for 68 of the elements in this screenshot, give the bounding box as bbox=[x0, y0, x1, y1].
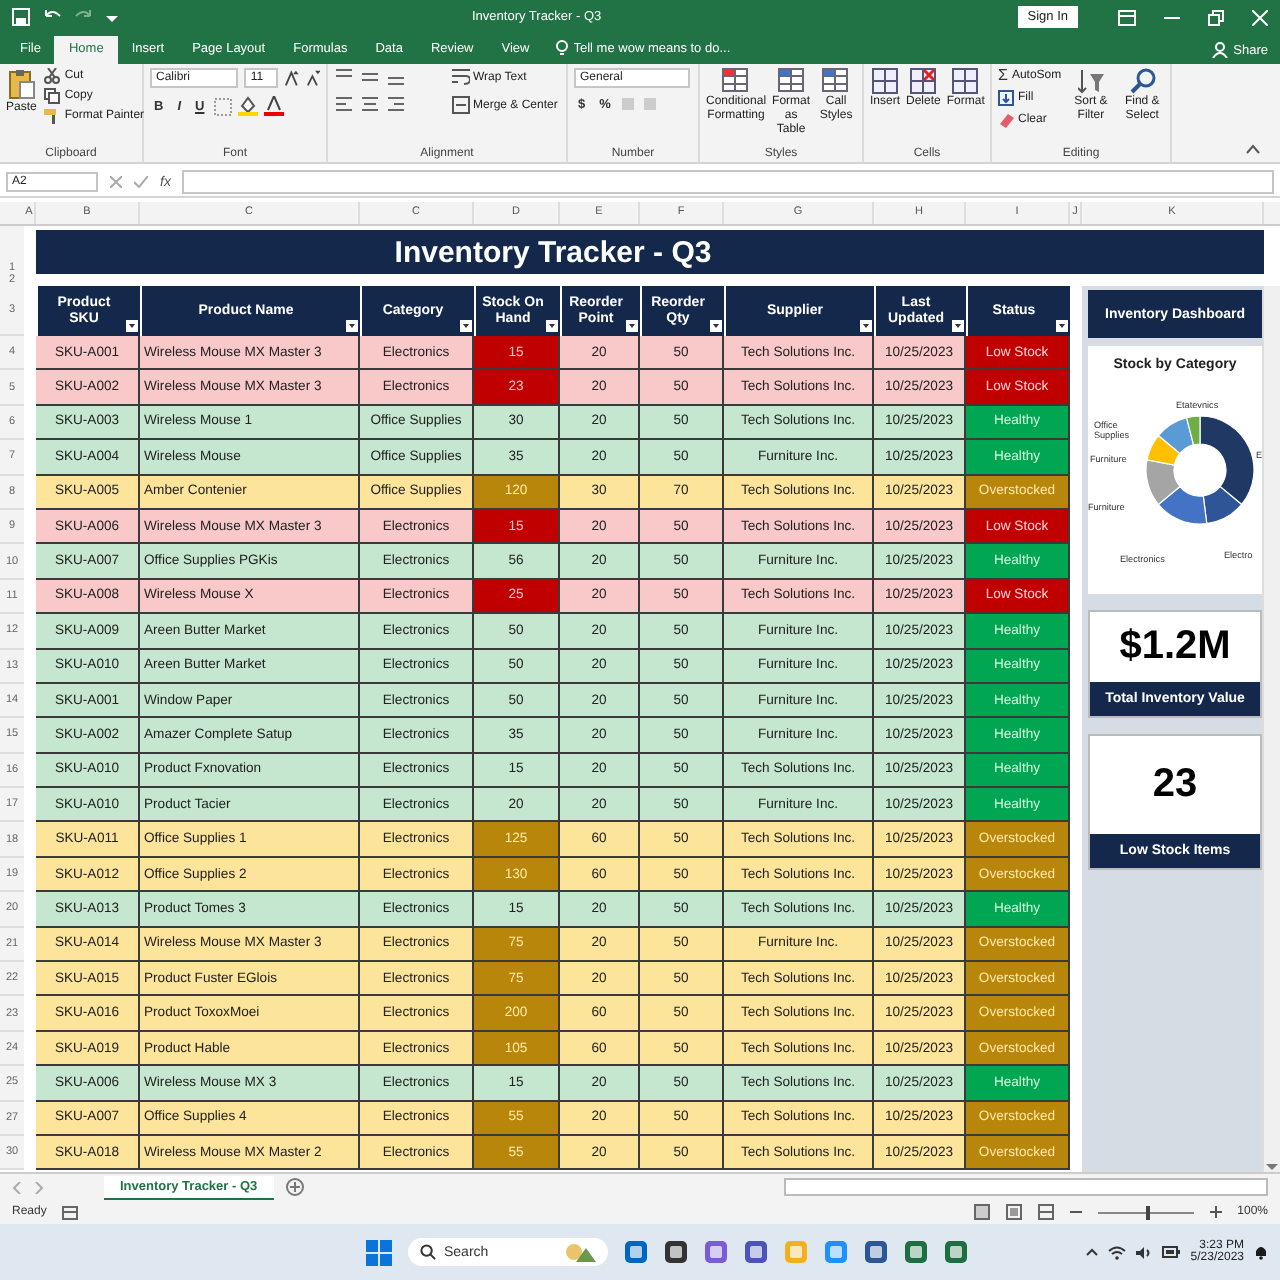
taskbar-app-icon[interactable] bbox=[944, 1240, 968, 1264]
vertical-scrollbar[interactable] bbox=[1262, 286, 1280, 1172]
bell-icon[interactable] bbox=[1254, 1244, 1268, 1260]
wrap-text-icon bbox=[451, 68, 469, 86]
add-sheet-icon[interactable] bbox=[285, 1178, 304, 1196]
brush-icon bbox=[44, 108, 61, 124]
page-layout-icon[interactable] bbox=[1005, 1204, 1022, 1220]
formula-input[interactable] bbox=[182, 170, 1274, 194]
kpi-value: 23 bbox=[1150, 760, 1200, 810]
battery-icon[interactable] bbox=[1162, 1246, 1181, 1258]
table-style-icon[interactable] bbox=[777, 68, 806, 94]
search-highlight-icon bbox=[564, 1242, 596, 1262]
lightbulb-icon bbox=[555, 40, 568, 58]
wifi-icon[interactable] bbox=[1108, 1245, 1127, 1259]
zoom-out-icon[interactable] bbox=[1069, 1206, 1082, 1218]
filter-dropdown-icon[interactable] bbox=[1056, 320, 1068, 332]
font-grow-icon[interactable] bbox=[284, 70, 300, 86]
volume-icon[interactable] bbox=[1136, 1245, 1153, 1259]
filter-dropdown-icon[interactable] bbox=[346, 320, 358, 332]
clipboard-icon[interactable] bbox=[7, 68, 36, 100]
taskbar-app-icon[interactable] bbox=[864, 1240, 888, 1264]
kpi-value: $1.2M bbox=[1117, 622, 1233, 672]
sheet-title: Inventory Tracker - Q3 bbox=[392, 235, 714, 269]
page-break-icon[interactable] bbox=[1037, 1204, 1054, 1220]
caret-icon[interactable] bbox=[106, 11, 118, 23]
donut-chart bbox=[1143, 414, 1256, 526]
table-style-icon[interactable] bbox=[722, 68, 750, 94]
chevron-up-icon[interactable] bbox=[1086, 1248, 1099, 1256]
filter-dropdown-icon[interactable] bbox=[860, 320, 872, 332]
filter-dropdown-icon[interactable] bbox=[952, 320, 964, 332]
taskbar-app-icon[interactable] bbox=[904, 1240, 928, 1264]
filter-dropdown-icon[interactable] bbox=[710, 320, 722, 332]
fill-color-icon[interactable] bbox=[238, 96, 259, 116]
horizontal-scrollbar[interactable] bbox=[784, 1178, 1268, 1196]
search-icon bbox=[420, 1244, 436, 1260]
scissors-icon bbox=[44, 68, 61, 84]
filter-dropdown-icon[interactable] bbox=[460, 320, 472, 332]
copy-icon bbox=[44, 88, 61, 104]
filter-dropdown-icon[interactable] bbox=[626, 320, 638, 332]
borders-icon[interactable] bbox=[214, 97, 233, 115]
macro-icon bbox=[62, 1205, 79, 1219]
sort-filter-icon[interactable] bbox=[1077, 68, 1104, 94]
table-style-icon[interactable] bbox=[822, 68, 851, 94]
ribbon-display-icon[interactable] bbox=[1118, 9, 1136, 25]
autosum-icon: Σ bbox=[998, 68, 1008, 84]
person-icon bbox=[1211, 42, 1228, 58]
windows-start-icon[interactable] bbox=[366, 1239, 392, 1265]
filter-dropdown-icon[interactable] bbox=[546, 320, 558, 332]
taskbar-app-icon[interactable] bbox=[744, 1240, 768, 1264]
fill-down-icon bbox=[998, 90, 1014, 106]
normal-view-icon[interactable] bbox=[973, 1204, 990, 1220]
merge-cells-icon bbox=[451, 96, 469, 114]
cells-icon[interactable] bbox=[952, 68, 979, 94]
close-icon[interactable] bbox=[1252, 9, 1268, 25]
collapse-ribbon-icon[interactable] bbox=[1246, 144, 1260, 154]
filter-dropdown-icon[interactable] bbox=[126, 320, 138, 332]
search-icon[interactable] bbox=[1129, 68, 1156, 94]
restore-icon[interactable] bbox=[1208, 9, 1224, 25]
eraser-icon bbox=[998, 112, 1014, 128]
zoom-in-icon[interactable] bbox=[1209, 1206, 1222, 1218]
save-icon[interactable] bbox=[12, 8, 30, 26]
check-icon[interactable] bbox=[134, 176, 148, 188]
font-shrink-icon[interactable] bbox=[305, 70, 320, 86]
taskbar-app-icon[interactable] bbox=[624, 1240, 648, 1264]
font-color-icon[interactable] bbox=[264, 96, 285, 116]
taskbar-app-icon[interactable] bbox=[664, 1240, 688, 1264]
cells-icon[interactable] bbox=[910, 68, 937, 94]
cells-icon[interactable] bbox=[872, 68, 898, 94]
